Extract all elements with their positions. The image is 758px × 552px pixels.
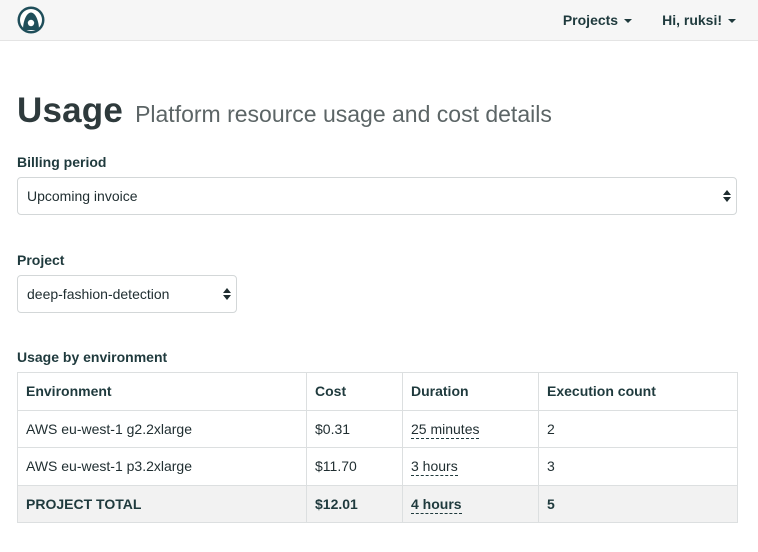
environment-cell: AWS eu-west-1 p3.2xlarge [17,447,307,486]
column-header-execution-count: Execution count [538,372,738,411]
table-row: AWS eu-west-1 p3.2xlarge $11.70 3 hours … [17,447,738,486]
cost-cell: $11.70 [306,447,403,486]
execution-count-cell: 2 [538,409,738,448]
duration-cell: 25 minutes [402,409,539,448]
column-header-cost: Cost [306,372,403,411]
main-content: Usage Platform resource usage and cost d… [17,41,738,523]
caret-down-icon [728,19,736,23]
duration-cell: 3 hours [402,447,539,486]
project-total-row: PROJECT TOTAL $12.01 4 hours 5 [17,484,738,523]
project-label: Project [17,252,65,268]
execution-count-cell: 3 [538,447,738,486]
usage-by-environment-label: Usage by environment [17,349,168,365]
duration-value[interactable]: 25 minutes [411,420,480,439]
duration-value[interactable]: 3 hours [411,458,458,477]
page-title: Usage [17,91,124,130]
total-duration-value[interactable]: 4 hours [411,495,462,514]
project-select[interactable]: deep-fashion-detection [17,275,237,313]
table-row: AWS eu-west-1 g2.2xlarge $0.31 25 minute… [17,409,738,448]
column-header-environment: Environment [17,372,307,411]
user-menu-label: Hi, ruksi! [662,12,722,28]
projects-menu[interactable]: Projects [562,12,633,28]
total-duration-cell: 4 hours [402,484,539,523]
user-menu[interactable]: Hi, ruksi! [662,12,736,28]
caret-down-icon [624,19,633,23]
nav-right: Projects Hi, ruksi! [563,0,736,40]
brand-logo-icon[interactable] [17,6,45,34]
select-arrows-icon [223,288,231,300]
projects-menu-label: Projects [562,12,619,28]
page-header: Usage Platform resource usage and cost d… [17,91,737,131]
table-header-row: Environment Cost Duration Execution coun… [17,372,738,411]
top-navbar: Projects Hi, ruksi! [0,0,758,41]
billing-period-value: Upcoming invoice [27,188,138,204]
page-subtitle: Platform resource usage and cost details [135,101,552,127]
environment-cell: AWS eu-west-1 g2.2xlarge [17,409,307,448]
select-arrows-icon [723,190,731,202]
column-header-duration: Duration [402,372,539,411]
billing-period-select[interactable]: Upcoming invoice [17,177,737,215]
billing-period-label: Billing period [17,154,107,170]
total-count-cell: 5 [538,484,738,523]
total-label-cell: PROJECT TOTAL [17,484,307,523]
total-cost-cell: $12.01 [306,484,403,523]
cost-cell: $0.31 [306,409,403,448]
usage-table: Environment Cost Duration Execution coun… [17,372,738,523]
project-value: deep-fashion-detection [27,286,170,302]
